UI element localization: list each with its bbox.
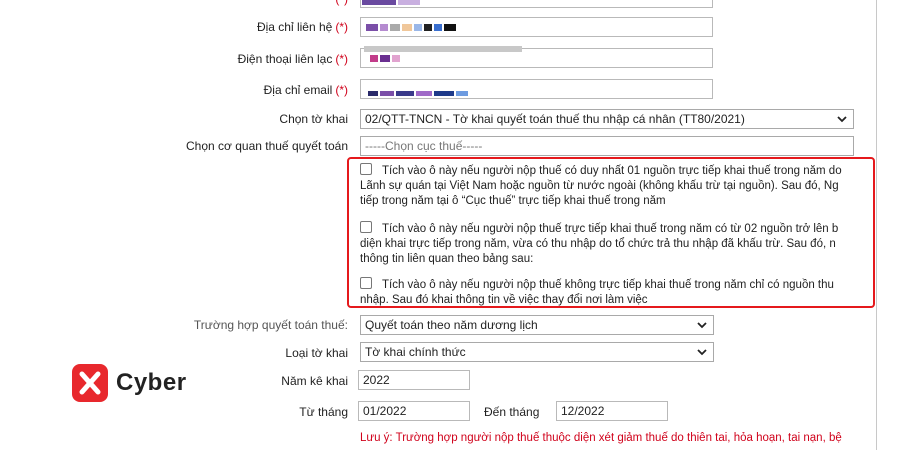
page-border xyxy=(876,0,877,450)
contact-address-label: Địa chỉ liên hệ (*) xyxy=(256,20,348,34)
checkbox-icon[interactable] xyxy=(360,163,372,175)
email-redacted xyxy=(368,91,468,96)
to-month-label: Đến tháng xyxy=(484,405,540,419)
settlement-case-label: Trường hợp quyết toán thuế: xyxy=(193,318,348,332)
chevron-down-icon xyxy=(837,116,847,123)
email-input[interactable] xyxy=(360,79,713,99)
phone-redacted xyxy=(364,46,522,52)
cyber-logo-icon xyxy=(72,364,108,402)
checkbox-icon[interactable] xyxy=(360,277,372,289)
from-month-input[interactable]: 01/2022 xyxy=(358,401,470,421)
chevron-down-icon xyxy=(697,349,707,356)
sender-name-redacted xyxy=(362,0,420,5)
tax-office-label: Chọn cơ quan thuế quyết toán xyxy=(186,139,348,153)
to-month-input[interactable]: 12/2022 xyxy=(556,401,668,421)
note-text: Lưu ý: Trường hợp người nộp thuế thuộc d… xyxy=(360,432,842,444)
declaration-type-label: Loại tờ khai xyxy=(285,346,348,360)
settlement-case-select[interactable]: Quyết toán theo năm dương lịch xyxy=(360,315,714,335)
phone-redacted-2 xyxy=(370,55,400,62)
sender-name-required: (*) xyxy=(332,0,348,6)
contact-address-redacted xyxy=(366,24,456,31)
year-label: Năm kê khai xyxy=(281,374,348,388)
email-label: Địa chỉ email (*) xyxy=(263,83,348,97)
declaration-type-select[interactable]: Tờ khai chính thức xyxy=(360,342,714,362)
declaration-select[interactable]: 02/QTT-TNCN - Tờ khai quyết toán thuế th… xyxy=(360,109,854,129)
phone-label: Điện thoại liên lạc (*) xyxy=(237,52,348,66)
tax-office-select[interactable]: -----Chọn cục thuế----- xyxy=(360,136,854,156)
chevron-down-icon xyxy=(697,322,707,329)
declaration-label: Chọn tờ khai xyxy=(279,112,348,126)
year-input[interactable]: 2022 xyxy=(358,370,470,390)
option-no-direct-declaration[interactable]: Tích vào ô này nếu người nộp thuế không … xyxy=(360,277,868,308)
from-month-label: Từ tháng xyxy=(299,405,348,419)
option-single-source[interactable]: Tích vào ô này nếu người nộp thuế có duy… xyxy=(360,163,868,209)
cyber-logo-text: Cyber xyxy=(116,369,187,396)
cyber-logo: Cyber xyxy=(72,364,187,402)
checkbox-icon[interactable] xyxy=(360,221,372,233)
option-multiple-sources[interactable]: Tích vào ô này nếu người nộp thuế trực t… xyxy=(360,221,868,267)
